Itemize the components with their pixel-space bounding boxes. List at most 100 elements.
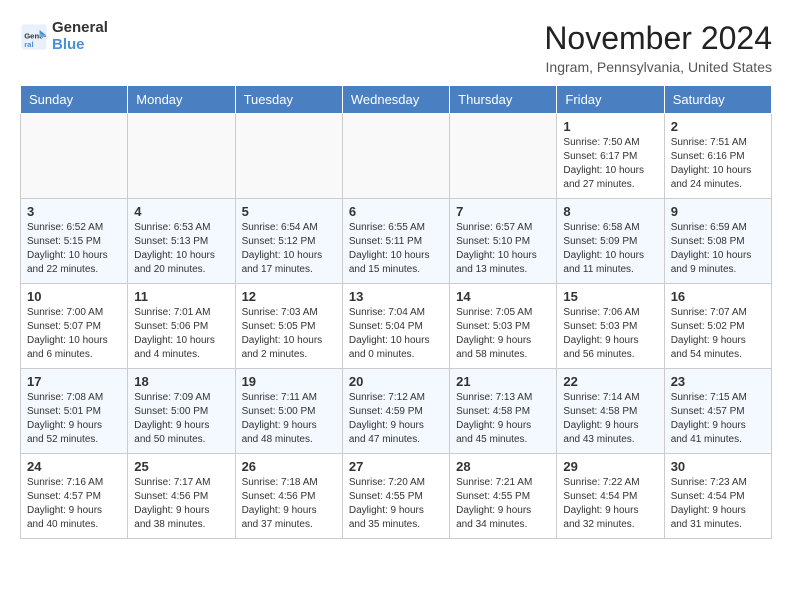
- day-info: Sunrise: 7:20 AM Sunset: 4:55 PM Dayligh…: [349, 476, 443, 532]
- day-info: Sunrise: 7:04 AM Sunset: 5:04 PM Dayligh…: [349, 306, 443, 362]
- day-info: Sunrise: 7:01 AM Sunset: 5:06 PM Dayligh…: [134, 306, 228, 362]
- day-number: 7: [456, 204, 550, 219]
- day-number: 14: [456, 289, 550, 304]
- table-row: 26 Sunrise: 7:18 AM Sunset: 4:56 PM Dayli…: [235, 454, 342, 539]
- col-saturday: Saturday: [664, 86, 771, 114]
- table-row: [21, 114, 128, 199]
- table-row: 12 Sunrise: 7:03 AM Sunset: 5:05 PM Dayli…: [235, 284, 342, 369]
- day-info: Sunrise: 7:16 AM Sunset: 4:57 PM Dayligh…: [27, 476, 121, 532]
- day-number: 23: [671, 374, 765, 389]
- day-info: Sunrise: 7:13 AM Sunset: 4:58 PM Dayligh…: [456, 391, 550, 447]
- table-row: 14 Sunrise: 7:05 AM Sunset: 5:03 PM Dayli…: [450, 284, 557, 369]
- table-row: 28Sunrise: 7:21 AM Sunset: 4:55 PM Dayli…: [450, 454, 557, 539]
- calendar-week-5: 24 Sunrise: 7:16 AM Sunset: 4:57 PM Dayli…: [21, 454, 772, 539]
- table-row: 1Sunrise: 7:50 AM Sunset: 6:17 PM Daylig…: [557, 114, 664, 199]
- col-thursday: Thursday: [450, 86, 557, 114]
- day-info: Sunrise: 7:07 AM Sunset: 5:02 PM Dayligh…: [671, 306, 765, 362]
- svg-text:ral: ral: [24, 39, 33, 48]
- table-row: 6Sunrise: 6:55 AM Sunset: 5:11 PM Daylig…: [342, 199, 449, 284]
- logo-text: General Blue: [52, 20, 108, 53]
- day-number: 27: [349, 459, 443, 474]
- day-info: Sunrise: 6:52 AM Sunset: 5:15 PM Dayligh…: [27, 221, 121, 277]
- day-info: Sunrise: 6:57 AM Sunset: 5:10 PM Dayligh…: [456, 221, 550, 277]
- location-subtitle: Ingram, Pennsylvania, United States: [544, 59, 772, 75]
- day-info: Sunrise: 7:03 AM Sunset: 5:05 PM Dayligh…: [242, 306, 336, 362]
- table-row: 22 Sunrise: 7:14 AM Sunset: 4:58 PM Dayli…: [557, 369, 664, 454]
- table-row: 7 Sunrise: 6:57 AM Sunset: 5:10 PM Daylig…: [450, 199, 557, 284]
- calendar-week-3: 10Sunrise: 7:00 AM Sunset: 5:07 PM Dayli…: [21, 284, 772, 369]
- day-info: Sunrise: 7:15 AM Sunset: 4:57 PM Dayligh…: [671, 391, 765, 447]
- day-info: Sunrise: 6:58 AM Sunset: 5:09 PM Dayligh…: [563, 221, 657, 277]
- day-number: 2: [671, 119, 765, 134]
- table-row: [450, 114, 557, 199]
- table-row: 18Sunrise: 7:09 AM Sunset: 5:00 PM Dayli…: [128, 369, 235, 454]
- day-number: 9: [671, 204, 765, 219]
- day-number: 17: [27, 374, 121, 389]
- table-row: 11 Sunrise: 7:01 AM Sunset: 5:06 PM Dayli…: [128, 284, 235, 369]
- day-number: 19: [242, 374, 336, 389]
- day-number: 12: [242, 289, 336, 304]
- logo-line2: Blue: [52, 36, 85, 53]
- calendar-week-2: 3 Sunrise: 6:52 AM Sunset: 5:15 PM Daylig…: [21, 199, 772, 284]
- col-tuesday: Tuesday: [235, 86, 342, 114]
- day-info: Sunrise: 6:54 AM Sunset: 5:12 PM Dayligh…: [242, 221, 336, 277]
- table-row: 19 Sunrise: 7:11 AM Sunset: 5:00 PM Dayli…: [235, 369, 342, 454]
- calendar-week-4: 17 Sunrise: 7:08 AM Sunset: 5:01 PM Dayli…: [21, 369, 772, 454]
- calendar-header-row: Sunday Monday Tuesday Wednesday Thursday…: [21, 86, 772, 114]
- day-info: Sunrise: 7:50 AM Sunset: 6:17 PM Dayligh…: [563, 136, 657, 192]
- calendar-week-1: 1Sunrise: 7:50 AM Sunset: 6:17 PM Daylig…: [21, 114, 772, 199]
- table-row: 30Sunrise: 7:23 AM Sunset: 4:54 PM Dayli…: [664, 454, 771, 539]
- day-info: Sunrise: 7:05 AM Sunset: 5:03 PM Dayligh…: [456, 306, 550, 362]
- day-number: 8: [563, 204, 657, 219]
- day-info: Sunrise: 7:06 AM Sunset: 5:03 PM Dayligh…: [563, 306, 657, 362]
- day-info: Sunrise: 7:00 AM Sunset: 5:07 PM Dayligh…: [27, 306, 121, 362]
- day-number: 25: [134, 459, 228, 474]
- table-row: 4Sunrise: 6:53 AM Sunset: 5:13 PM Daylig…: [128, 199, 235, 284]
- table-row: 25 Sunrise: 7:17 AM Sunset: 4:56 PM Dayli…: [128, 454, 235, 539]
- logo-icon: Gene- ral: [20, 23, 48, 51]
- table-row: 10Sunrise: 7:00 AM Sunset: 5:07 PM Dayli…: [21, 284, 128, 369]
- day-number: 29: [563, 459, 657, 474]
- col-wednesday: Wednesday: [342, 86, 449, 114]
- day-info: Sunrise: 7:23 AM Sunset: 4:54 PM Dayligh…: [671, 476, 765, 532]
- day-number: 6: [349, 204, 443, 219]
- day-number: 13: [349, 289, 443, 304]
- table-row: 13 Sunrise: 7:04 AM Sunset: 5:04 PM Dayli…: [342, 284, 449, 369]
- col-sunday: Sunday: [21, 86, 128, 114]
- day-info: Sunrise: 7:18 AM Sunset: 4:56 PM Dayligh…: [242, 476, 336, 532]
- table-row: 21Sunrise: 7:13 AM Sunset: 4:58 PM Dayli…: [450, 369, 557, 454]
- day-info: Sunrise: 7:22 AM Sunset: 4:54 PM Dayligh…: [563, 476, 657, 532]
- day-number: 22: [563, 374, 657, 389]
- day-number: 20: [349, 374, 443, 389]
- table-row: 16 Sunrise: 7:07 AM Sunset: 5:02 PM Dayli…: [664, 284, 771, 369]
- day-info: Sunrise: 6:59 AM Sunset: 5:08 PM Dayligh…: [671, 221, 765, 277]
- title-area: November 2024 Ingram, Pennsylvania, Unit…: [544, 20, 772, 75]
- table-row: 17 Sunrise: 7:08 AM Sunset: 5:01 PM Dayli…: [21, 369, 128, 454]
- day-number: 5: [242, 204, 336, 219]
- table-row: 23 Sunrise: 7:15 AM Sunset: 4:57 PM Dayli…: [664, 369, 771, 454]
- table-row: [235, 114, 342, 199]
- logo-line1: General: [52, 19, 108, 36]
- day-number: 26: [242, 459, 336, 474]
- day-number: 28: [456, 459, 550, 474]
- day-number: 15: [563, 289, 657, 304]
- day-info: Sunrise: 7:14 AM Sunset: 4:58 PM Dayligh…: [563, 391, 657, 447]
- day-info: Sunrise: 7:17 AM Sunset: 4:56 PM Dayligh…: [134, 476, 228, 532]
- logo: Gene- ral General Blue: [20, 20, 108, 53]
- day-info: Sunrise: 7:11 AM Sunset: 5:00 PM Dayligh…: [242, 391, 336, 447]
- table-row: 15 Sunrise: 7:06 AM Sunset: 5:03 PM Dayli…: [557, 284, 664, 369]
- day-info: Sunrise: 7:12 AM Sunset: 4:59 PM Dayligh…: [349, 391, 443, 447]
- table-row: 9 Sunrise: 6:59 AM Sunset: 5:08 PM Daylig…: [664, 199, 771, 284]
- month-title: November 2024: [544, 20, 772, 57]
- day-number: 16: [671, 289, 765, 304]
- day-info: Sunrise: 6:53 AM Sunset: 5:13 PM Dayligh…: [134, 221, 228, 277]
- day-info: Sunrise: 7:08 AM Sunset: 5:01 PM Dayligh…: [27, 391, 121, 447]
- day-info: Sunrise: 7:51 AM Sunset: 6:16 PM Dayligh…: [671, 136, 765, 192]
- day-number: 24: [27, 459, 121, 474]
- table-row: 24 Sunrise: 7:16 AM Sunset: 4:57 PM Dayli…: [21, 454, 128, 539]
- day-number: 11: [134, 289, 228, 304]
- day-number: 3: [27, 204, 121, 219]
- table-row: [128, 114, 235, 199]
- table-row: 29 Sunrise: 7:22 AM Sunset: 4:54 PM Dayli…: [557, 454, 664, 539]
- table-row: [342, 114, 449, 199]
